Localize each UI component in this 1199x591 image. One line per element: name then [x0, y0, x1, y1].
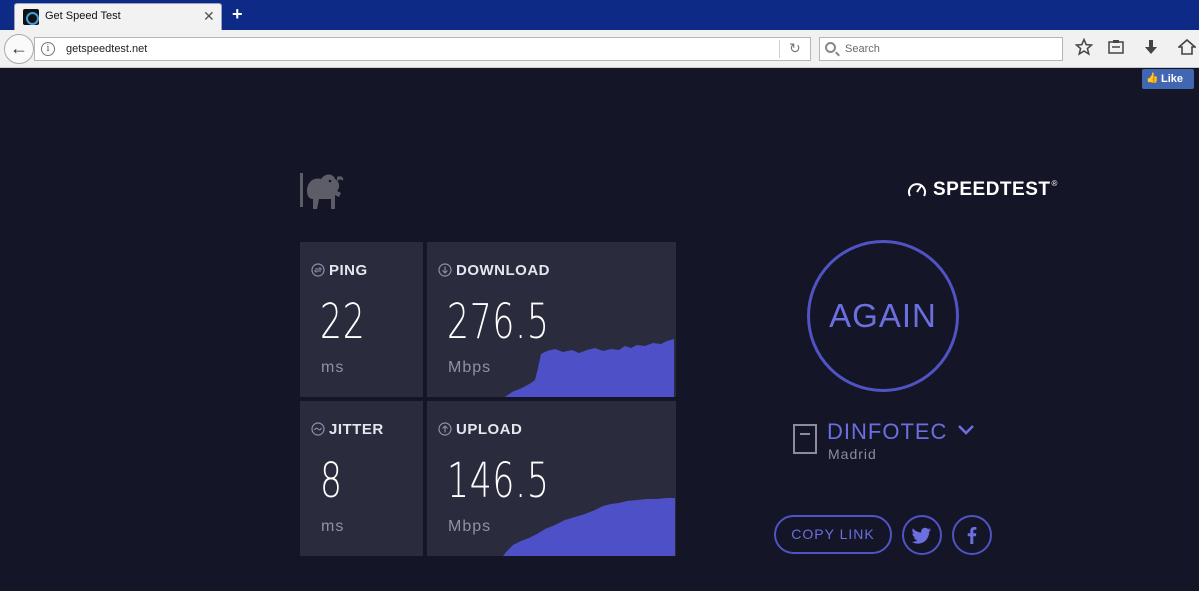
server-icon: [793, 424, 817, 454]
twitter-share-button[interactable]: [902, 515, 942, 555]
jitter-label: JITTER: [329, 421, 384, 438]
chevron-down-icon[interactable]: [957, 423, 975, 437]
url-text[interactable]: getspeedtest.net: [66, 43, 147, 55]
server-name[interactable]: DINFOTEC: [827, 419, 947, 445]
speedometer-icon: [908, 183, 926, 197]
url-bar[interactable]: i getspeedtest.net ↻: [34, 37, 811, 61]
ping-tile: PING 22 ms: [300, 242, 423, 397]
speedtest-page: Like SPEEDTEST ® PING 22 ms DOWNLOAD 276…: [0, 69, 1199, 591]
info-icon[interactable]: i: [41, 42, 55, 56]
download-speed-graph: [505, 339, 674, 397]
new-tab-button[interactable]: +: [232, 4, 243, 24]
home-icon[interactable]: [1176, 38, 1198, 60]
speedtest-brand: SPEEDTEST ®: [907, 179, 1057, 201]
star-icon[interactable]: [1073, 37, 1095, 60]
reload-icon[interactable]: ↻: [789, 40, 801, 57]
upload-speed-graph: [503, 498, 675, 556]
search-placeholder: Search: [845, 43, 880, 55]
facebook-share-button[interactable]: [952, 515, 992, 555]
tab-get-speed-test[interactable]: Get Speed Test ✕: [14, 3, 222, 30]
jitter-value: 8: [320, 453, 343, 509]
upload-tile: UPLOAD 146.5 Mbps: [427, 401, 676, 556]
lion-flag-logo: [300, 173, 344, 209]
back-button[interactable]: ←: [4, 34, 34, 64]
ping-unit: ms: [321, 359, 345, 376]
close-tab-icon[interactable]: ✕: [203, 8, 215, 24]
tab-title: Get Speed Test: [45, 10, 121, 22]
navigation-bar: ← i getspeedtest.net ↻ Search: [0, 30, 1199, 68]
ping-icon: [311, 263, 325, 277]
search-input[interactable]: Search: [819, 37, 1063, 61]
speedtest-favicon-icon: [23, 9, 39, 25]
ping-value: 22: [320, 294, 366, 350]
download-icon[interactable]: [1140, 38, 1162, 60]
speedtest-logo-text: SPEEDTEST: [933, 179, 1051, 200]
copy-link-button[interactable]: COPY LINK: [774, 515, 892, 554]
again-button[interactable]: AGAIN: [807, 240, 959, 392]
facebook-like-button[interactable]: Like: [1142, 69, 1194, 89]
tab-bar: Get Speed Test ✕ +: [0, 0, 1199, 30]
facebook-icon: [967, 527, 977, 544]
search-icon: [825, 42, 836, 53]
download-tile: DOWNLOAD 276.5 Mbps: [427, 242, 676, 397]
reading-list-icon[interactable]: [1105, 38, 1127, 60]
url-divider: [779, 40, 780, 58]
twitter-icon: [911, 527, 931, 544]
ping-label: PING: [329, 262, 368, 279]
jitter-unit: ms: [321, 518, 345, 535]
registered-mark: ®: [1051, 179, 1058, 188]
server-location: Madrid: [828, 446, 877, 462]
jitter-icon: [311, 422, 325, 436]
jitter-tile: JITTER 8 ms: [300, 401, 423, 556]
